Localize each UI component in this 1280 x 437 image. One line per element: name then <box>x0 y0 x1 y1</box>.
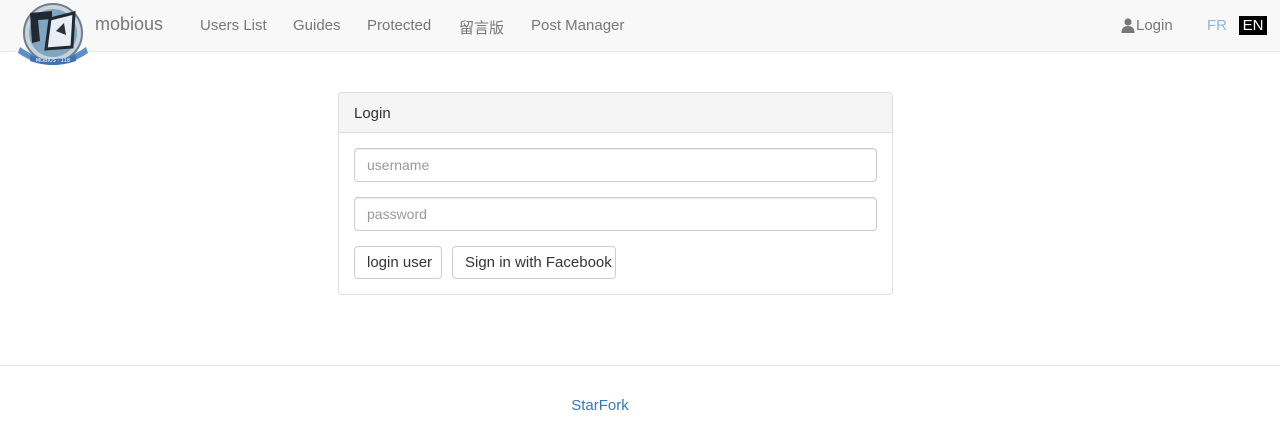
user-icon <box>1121 18 1135 33</box>
nav-login-label: Login <box>1136 17 1173 34</box>
mobius-logo[interactable]: MOBIUS · 118 <box>16 1 90 69</box>
nav-item-post-manager[interactable]: Post Manager <box>531 17 624 34</box>
login-panel: Login login user Sign in with Facebook <box>338 92 893 295</box>
footer-starfork-link[interactable]: StarFork <box>0 397 1200 414</box>
facebook-signin-button[interactable]: Sign in with Facebook <box>452 246 616 279</box>
nav-login-link[interactable]: Login <box>1121 17 1173 34</box>
nav-item-guestbook[interactable]: 留言版 <box>459 17 504 38</box>
login-user-button[interactable]: login user <box>354 246 442 279</box>
footer-divider <box>0 365 1280 366</box>
lang-fr-button[interactable]: FR <box>1207 17 1227 34</box>
brand-link[interactable]: mobious <box>95 14 163 35</box>
username-input[interactable] <box>354 148 877 182</box>
panel-title: Login <box>339 93 892 133</box>
nav-item-protected[interactable]: Protected <box>367 17 431 34</box>
logo-text: MOBIUS · 118 <box>36 58 70 64</box>
nav-item-users-list[interactable]: Users List <box>200 17 267 34</box>
password-input[interactable] <box>354 197 877 231</box>
nav-item-guides[interactable]: Guides <box>293 17 341 34</box>
navbar: MOBIUS · 118 mobious Users List Guides P… <box>0 0 1280 65</box>
lang-en-button[interactable]: EN <box>1239 16 1267 35</box>
